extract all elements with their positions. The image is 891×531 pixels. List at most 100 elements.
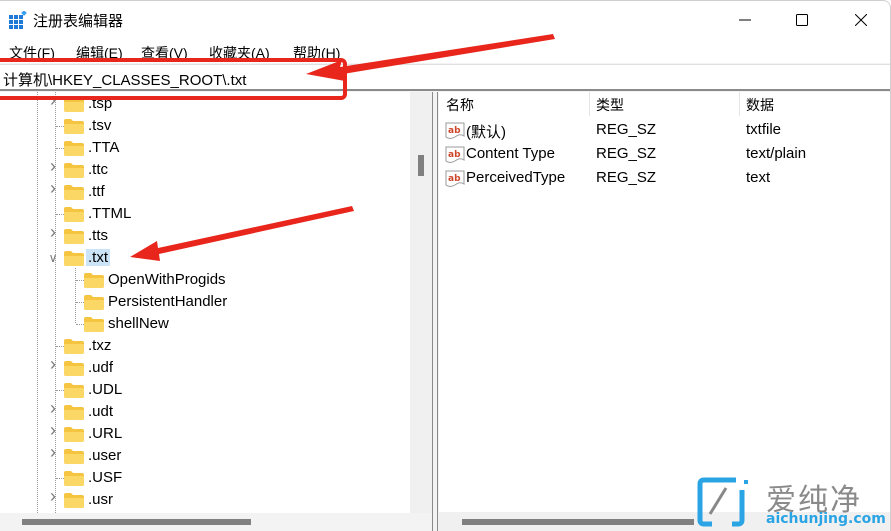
close-icon (855, 14, 867, 26)
tree-item-label[interactable]: .URL (86, 425, 124, 442)
tree-item[interactable]: .TTML (0, 203, 410, 225)
column-header-type[interactable]: 类型 (596, 95, 624, 115)
tree-item[interactable]: PersistentHandler (0, 291, 410, 313)
window-title: 注册表编辑器 (33, 13, 124, 30)
column-separator[interactable] (589, 92, 590, 116)
close-button[interactable] (832, 1, 890, 39)
tree-item-label[interactable]: .UDL (86, 381, 124, 398)
value-row[interactable]: ab Content Type REG_SZ text/plain (439, 143, 890, 167)
value-type: REG_SZ (596, 169, 657, 186)
chevron-right-icon[interactable]: › (47, 443, 59, 461)
tree-item-label[interactable]: .txz (86, 337, 113, 354)
chevron-right-icon[interactable]: › (47, 487, 59, 505)
tree-horizontal-scrollbar[interactable] (0, 513, 432, 531)
tree-item-label[interactable]: .tsv (86, 117, 113, 134)
chevron-right-icon[interactable]: › (47, 399, 59, 417)
folder-icon (64, 405, 84, 420)
folder-icon (64, 339, 84, 354)
tree-item-label[interactable]: .udt (86, 403, 115, 420)
tree-item[interactable]: .tsv (0, 115, 410, 137)
chevron-right-icon[interactable]: › (47, 157, 59, 175)
column-separator[interactable] (739, 92, 740, 116)
tree-guide-line (56, 148, 64, 149)
menu-favorites[interactable]: 收藏夹(A) (209, 43, 270, 63)
minimize-button[interactable] (716, 1, 774, 39)
tree-item-label[interactable]: .ttf (86, 183, 107, 200)
tree-item[interactable]: › .ttf (0, 179, 410, 203)
address-bar[interactable]: 计算机\HKEY_CLASSES_ROOT\.txt (0, 64, 890, 91)
tree-item[interactable]: shellNew (0, 313, 410, 335)
tree-item-label[interactable]: .txt (86, 249, 111, 266)
column-header-name[interactable]: 名称 (446, 95, 474, 115)
tree-item[interactable]: .txz (0, 335, 410, 357)
folder-icon (84, 273, 104, 288)
tree-item[interactable]: OpenWithProgids (0, 269, 410, 291)
tree-item[interactable]: › .user (0, 443, 410, 467)
tree-item[interactable]: › .tts (0, 223, 410, 247)
tree-guide-line (76, 280, 84, 281)
tree-vertical-scroll-thumb[interactable] (418, 155, 424, 176)
tree-item[interactable]: ∨ .txt (0, 247, 410, 269)
folder-icon (64, 163, 84, 178)
tree-item-label[interactable]: .usr (86, 491, 115, 508)
tree-item-label[interactable]: PersistentHandler (106, 293, 229, 310)
tree-item-label[interactable]: .USF (86, 469, 124, 486)
tree-horizontal-scroll-thumb[interactable] (22, 519, 251, 525)
chevron-right-icon[interactable]: › (47, 223, 59, 241)
tree-item[interactable]: .TTA (0, 137, 410, 159)
tree-item-label[interactable]: .user (86, 447, 123, 464)
folder-icon (64, 207, 84, 222)
values-horizontal-scroll-thumb[interactable] (462, 519, 694, 525)
tree-item[interactable]: › .URL (0, 421, 410, 445)
folder-icon (64, 361, 84, 376)
tree-item-label[interactable]: .TTA (86, 139, 121, 156)
menu-edit[interactable]: 编辑(E) (76, 43, 123, 63)
tree-item[interactable]: › .ttc (0, 157, 410, 181)
registry-editor-window: 注册表编辑器 文件(F) 编辑(E) 查看(V) 收藏夹(A) 帮助(H) 计算… (0, 0, 891, 531)
values-list[interactable]: 名称 类型 数据 ab (默认) REG_SZ txtfile ab Conte… (439, 92, 890, 512)
tree-item-label[interactable]: .ttc (86, 161, 110, 178)
tree-item-label[interactable]: .tsp (86, 95, 114, 112)
chevron-right-icon[interactable]: › (47, 92, 59, 109)
string-value-icon: ab (445, 170, 465, 187)
tree-guide-line (56, 346, 64, 347)
menu-bar: 文件(F) 编辑(E) 查看(V) 收藏夹(A) 帮助(H) (0, 39, 890, 63)
column-header-data[interactable]: 数据 (746, 95, 774, 115)
tree-vertical-scrollbar[interactable] (410, 92, 432, 513)
tree-item[interactable]: › .tsp (0, 92, 410, 115)
tree-item[interactable]: .UDL (0, 379, 410, 401)
tree-item-label[interactable]: .TTML (86, 205, 133, 222)
tree-item-label[interactable]: shellNew (106, 315, 171, 332)
value-data: text (746, 169, 771, 186)
registry-app-icon (9, 11, 27, 29)
tree-guide-line (56, 214, 64, 215)
folder-icon (64, 97, 84, 112)
chevron-right-icon[interactable]: › (47, 179, 59, 197)
tree-item[interactable]: › .usr (0, 487, 410, 511)
value-row[interactable]: ab (默认) REG_SZ txtfile (439, 119, 890, 143)
address-input[interactable]: 计算机\HKEY_CLASSES_ROOT\.txt (3, 69, 246, 90)
pane-splitter[interactable] (432, 92, 438, 531)
maximize-button[interactable] (773, 1, 831, 39)
value-data: text/plain (746, 145, 807, 162)
tree-item-label[interactable]: .tts (86, 227, 110, 244)
tree-item-label[interactable]: .udf (86, 359, 115, 376)
values-horizontal-scrollbar[interactable] (439, 512, 890, 531)
chevron-right-icon[interactable]: › (47, 421, 59, 439)
folder-icon (64, 427, 84, 442)
folder-icon (64, 383, 84, 398)
key-tree[interactable]: › .tsp .tsv .TTA › .ttc › .ttf .TTML › .tts ∨ .txt Op… (0, 92, 410, 513)
menu-view[interactable]: 查看(V) (141, 43, 188, 63)
tree-item[interactable]: › .udf (0, 355, 410, 379)
value-name: PerceivedType (466, 169, 566, 186)
menu-file[interactable]: 文件(F) (9, 43, 55, 63)
tree-item-label[interactable]: OpenWithProgids (106, 271, 228, 288)
folder-icon (64, 185, 84, 200)
folder-icon (84, 317, 104, 332)
menu-help[interactable]: 帮助(H) (293, 43, 340, 63)
chevron-right-icon[interactable]: › (47, 355, 59, 373)
tree-item[interactable]: .USF (0, 467, 410, 489)
chevron-down-icon[interactable]: ∨ (47, 251, 59, 265)
tree-item[interactable]: › .udt (0, 399, 410, 423)
value-row[interactable]: ab PerceivedType REG_SZ text (439, 167, 890, 191)
